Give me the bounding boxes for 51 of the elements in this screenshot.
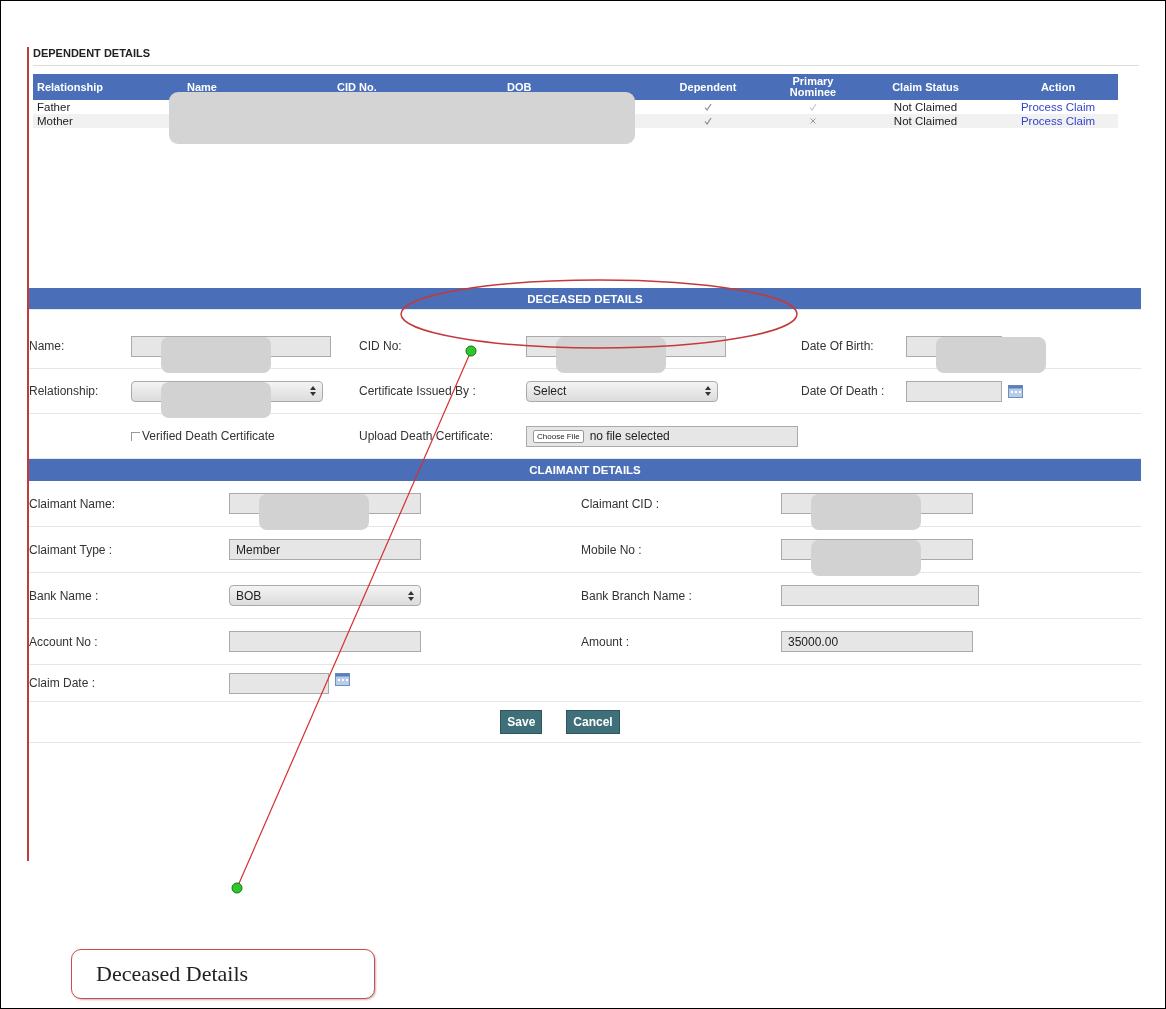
checkbox[interactable] [131,431,140,441]
section-title: DEPENDENT DETAILS [33,47,1139,66]
anchor-dot [465,345,477,357]
field-label: Bank Name : [29,588,99,603]
calendar-icon[interactable] [335,672,350,686]
caret-icon [408,590,414,601]
field-label: Claimant CID : [581,496,660,511]
table-cell: Not Claimed [853,100,998,114]
field-label: Mobile No : [581,542,642,557]
table-cell: Not Claimed [853,114,998,128]
input-field[interactable] [781,585,979,606]
date-field[interactable] [229,672,329,694]
field-label: Amount : [581,634,630,649]
form-button[interactable]: Cancel [566,710,620,734]
callout-label: Deceased Details [71,949,375,999]
dropdown[interactable]: Select [526,380,718,402]
section-header: DECEASED DETAILS [29,288,1141,310]
choose-file-button[interactable]: Choose File [533,429,584,443]
field-label: Claim Date : [29,676,96,690]
column-header: Action [998,74,1118,100]
field-label: Relationship: [29,384,99,398]
input-field[interactable]: 35000.00 [781,631,973,652]
column-header: Claim Status [853,74,998,100]
caret-icon [705,386,711,396]
date-field[interactable] [906,380,1002,402]
column-header: Dependent [643,74,773,100]
field-label: Account No : [29,634,98,649]
file-upload-field[interactable]: Choose File no file selected [526,425,798,447]
section-header: CLAIMANT DETAILS [29,459,1141,481]
process-claim-link[interactable]: Process Claim [1020,101,1096,113]
field-label: Claimant Name: [29,496,116,511]
field-label: Upload Death Certificate: [359,429,494,443]
file-status: no file selected [589,429,670,443]
field-label: Bank Branch Name : [581,588,692,603]
field-label: Certificate Issued By : [359,384,476,398]
field-label: Date Of Death : [801,384,885,398]
column-header: Relationship [33,74,183,100]
input-field[interactable] [229,631,421,652]
input-field[interactable]: Member [229,539,421,560]
calendar-icon[interactable] [1008,384,1023,398]
field-label: Date Of Birth: [801,339,874,353]
field-label: Name: [29,339,65,353]
field-label: CID No: [359,339,402,353]
field-label: Verified Death Certificate [142,429,275,443]
dropdown[interactable]: BOB [229,585,421,606]
form-button[interactable]: Save [500,710,543,734]
column-header: Primary Nominee [773,74,853,100]
field-label: Claimant Type : [29,542,113,557]
anchor-dot [231,882,243,894]
table-cell: Father [33,100,183,114]
caret-icon [310,386,316,396]
